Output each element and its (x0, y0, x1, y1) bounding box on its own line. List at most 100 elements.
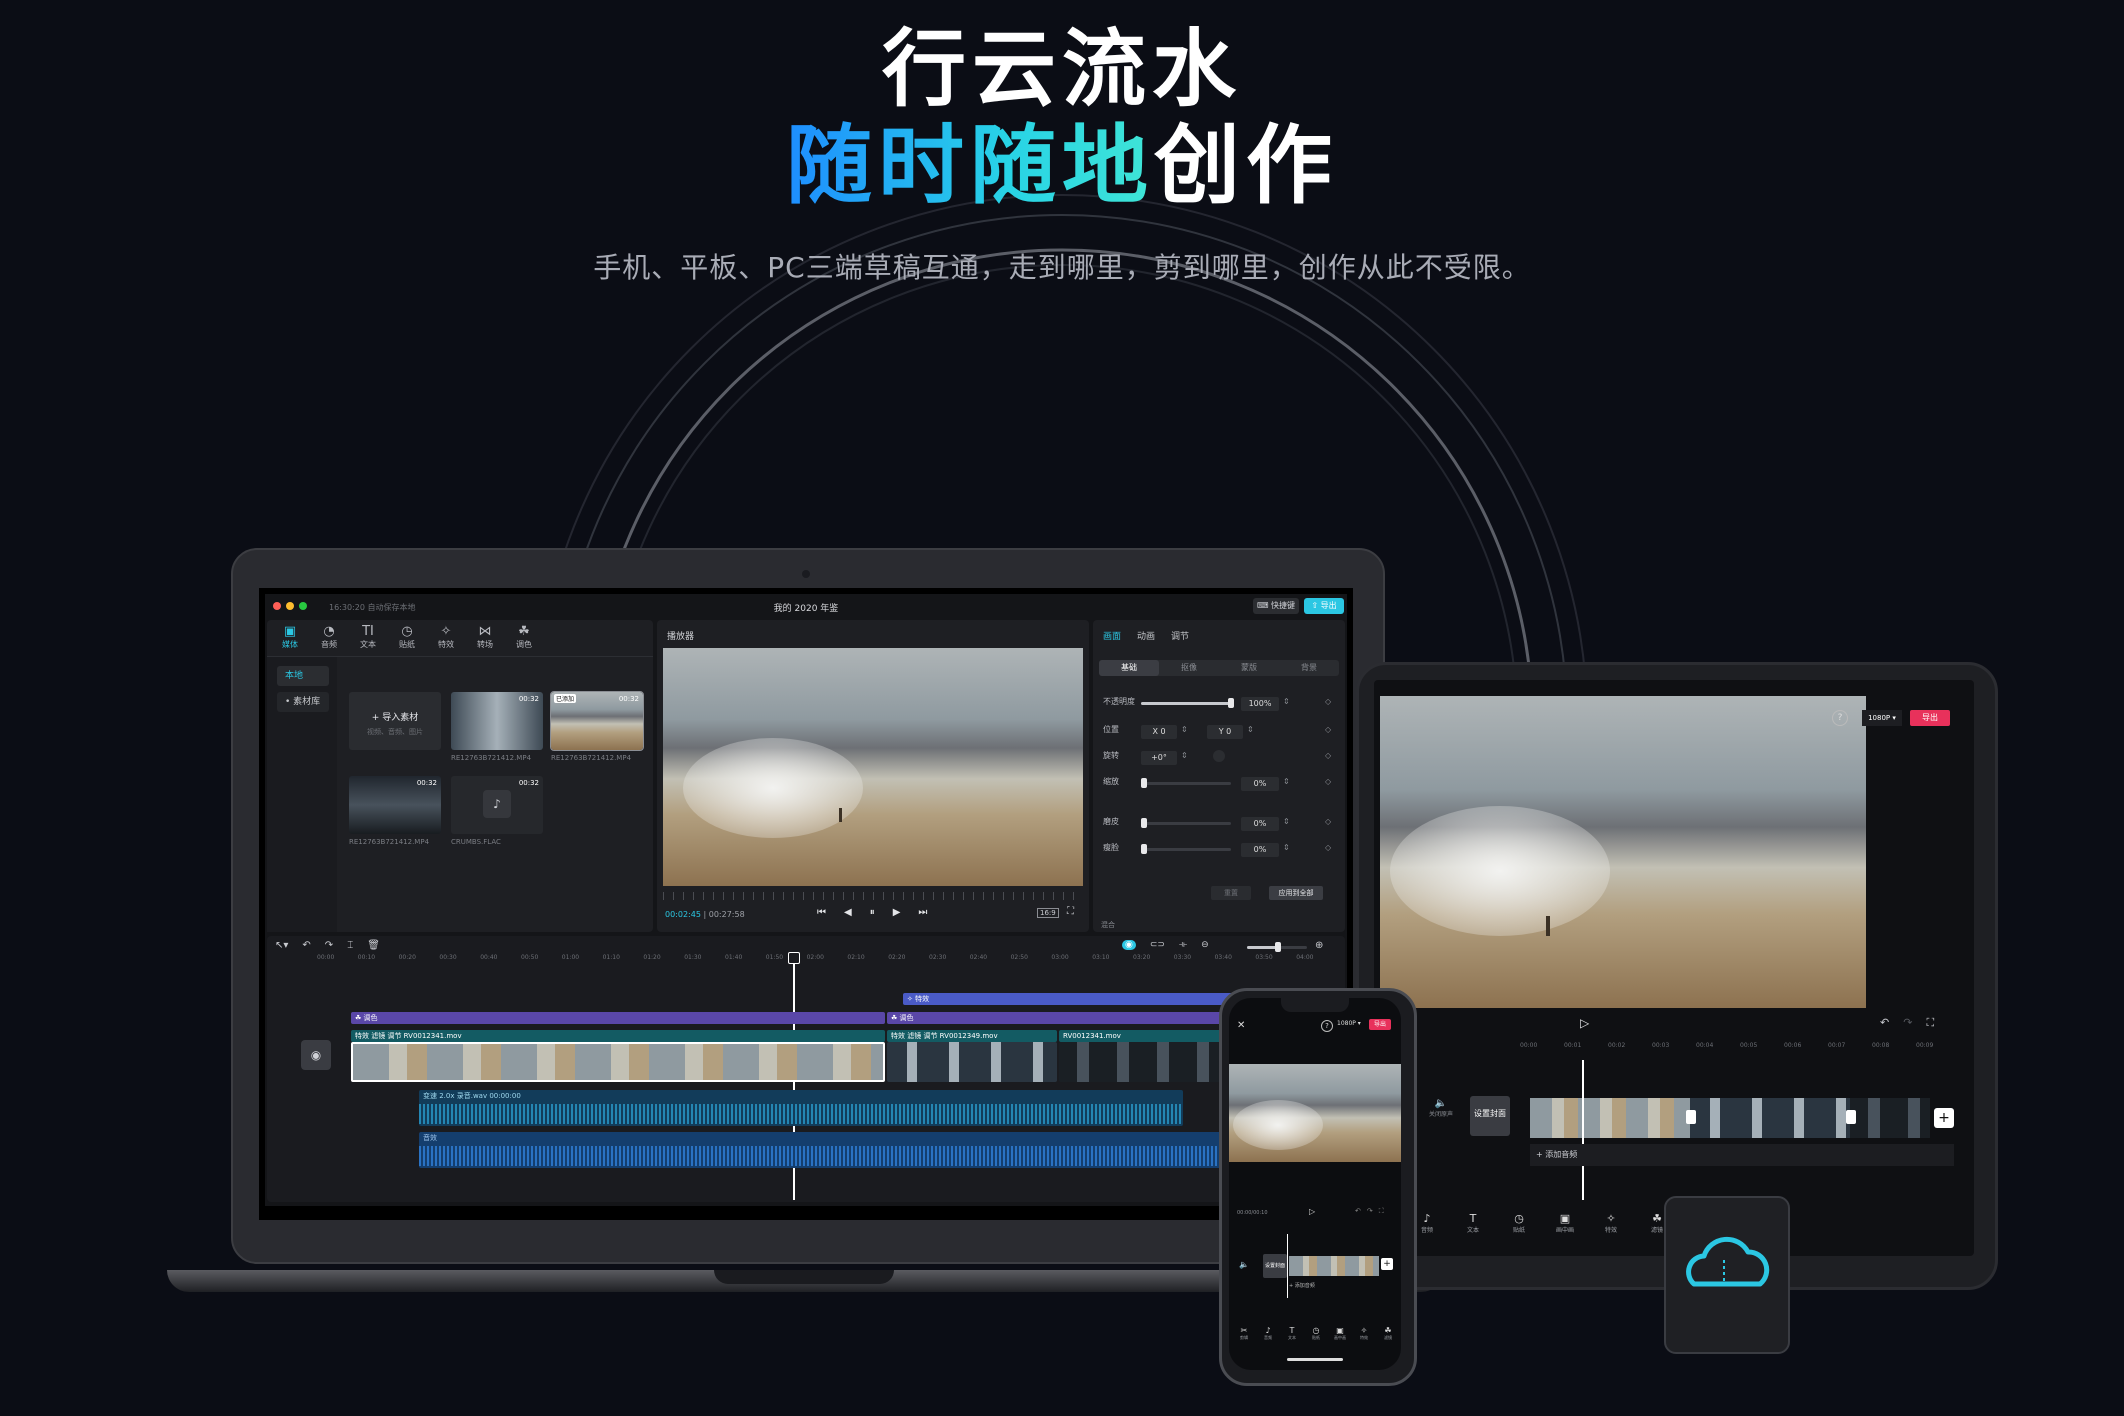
audio-thumbnail[interactable]: 00:32 ♪ (451, 776, 543, 834)
reset-button[interactable]: 重置 (1211, 886, 1251, 900)
stepper-icon[interactable]: ⇕ (1283, 777, 1290, 786)
transition-marker[interactable] (1686, 1110, 1696, 1124)
zoom-out-icon[interactable]: ⊖ (1201, 940, 1209, 950)
audio-track-sfx[interactable]: 音效 (419, 1132, 1343, 1168)
toolbar-media[interactable]: ▣ 媒体 (277, 624, 303, 650)
subtab-keying[interactable]: 抠像 (1159, 660, 1219, 676)
preview-axis-icon[interactable]: ⟛ (1179, 940, 1187, 950)
position-x-input[interactable]: X 0 (1141, 725, 1177, 739)
skip-start-icon[interactable]: ⏮ (817, 907, 826, 918)
keyframe-icon[interactable]: ◇ (1325, 697, 1331, 706)
tool-effects[interactable]: ✧ 特效 (1355, 1326, 1373, 1341)
scale-input[interactable]: 0% (1241, 777, 1279, 791)
sidebar-item-library[interactable]: • 素材库 (277, 692, 329, 712)
media-thumbnail-added[interactable]: 已添加 00:32 (550, 691, 644, 751)
apply-all-button[interactable]: 应用到全部 (1269, 886, 1323, 900)
keyframe-icon[interactable]: ◇ (1325, 817, 1331, 826)
keyframe-icon[interactable]: ◇ (1325, 843, 1331, 852)
keyframe-icon[interactable]: ◇ (1325, 725, 1331, 734)
video-clip-selected[interactable] (351, 1042, 885, 1082)
toolbar-text[interactable]: TI 文本 (355, 624, 381, 650)
shortcut-button[interactable]: ⌨ 快捷键 (1253, 598, 1299, 614)
tablet-preview[interactable] (1380, 696, 1866, 1008)
tablet-export-button[interactable]: 导出 (1910, 710, 1950, 726)
tablet-video-clip[interactable] (1530, 1098, 1690, 1138)
timeline-zoom-slider[interactable] (1247, 942, 1307, 952)
add-clip-button[interactable]: + (1934, 1108, 1954, 1128)
audio-track-voice[interactable]: 变速 2.0x 录音.wav 00:00:00 (419, 1090, 1183, 1126)
scale-knob[interactable] (1141, 778, 1147, 788)
tool-audio[interactable]: ♪ 音频 (1259, 1326, 1277, 1341)
tool-filter[interactable]: ☘ 滤镜 (1379, 1326, 1397, 1341)
toolbar-transition[interactable]: ⋈ 转场 (472, 624, 498, 650)
prev-frame-icon[interactable]: ◀ (844, 907, 852, 918)
add-clip-button[interactable]: + (1381, 1258, 1393, 1270)
resolution-select[interactable]: 1080P ▾ (1862, 710, 1902, 726)
opacity-knob[interactable] (1228, 698, 1234, 708)
tab-adjust[interactable]: 调节 (1171, 629, 1189, 642)
select-tool-icon[interactable]: ↖▾ (275, 940, 288, 951)
phone-add-audio[interactable]: + 添加音频 (1289, 1282, 1315, 1289)
tool-pip[interactable]: ▣ 画中画 (1552, 1212, 1578, 1234)
next-frame-icon[interactable]: ▶ (893, 907, 901, 918)
tablet-video-clip[interactable] (1850, 1098, 1930, 1138)
slim-knob[interactable] (1141, 844, 1147, 854)
stepper-icon[interactable]: ⇕ (1283, 697, 1290, 706)
delete-icon[interactable]: 🗑 (367, 940, 380, 951)
toolbar-effects[interactable]: ✧ 特效 (433, 624, 459, 650)
play-icon[interactable]: ▷ (1309, 1207, 1315, 1216)
player-preview[interactable] (663, 648, 1083, 886)
aspect-ratio-button[interactable]: 16:9 (1037, 908, 1059, 918)
tablet-timeline-ruler[interactable]: 00:00 00:01 00:02 00:03 00:04 00:05 00:06 00:07… (1520, 1042, 1960, 1052)
stepper-icon[interactable]: ⇕ (1283, 843, 1290, 852)
media-thumbnail[interactable]: 00:32 (451, 692, 543, 750)
scale-slider[interactable] (1141, 778, 1231, 788)
toolbar-audio[interactable]: ◔ 音频 (316, 624, 342, 650)
keyframe-icon[interactable]: ◇ (1325, 777, 1331, 786)
phone-preview[interactable] (1229, 1064, 1401, 1162)
fullscreen-icon[interactable]: ⛶ (1067, 906, 1074, 917)
skip-end-icon[interactable]: ⏭ (918, 907, 927, 918)
opacity-input[interactable]: 100% (1241, 697, 1279, 711)
undo-icon[interactable]: ↶ (1880, 1016, 1889, 1030)
import-media-button[interactable]: + 导入素材 视频、音频、图片 (349, 692, 441, 750)
tool-sticker[interactable]: ◷ 贴纸 (1506, 1212, 1532, 1234)
smooth-input[interactable]: 0% (1241, 817, 1279, 831)
smooth-slider[interactable] (1141, 818, 1231, 828)
timeline-ruler[interactable]: 00:00 00:10 00:20 00:30 00:40 00:50 01:00 01:10… (317, 954, 1337, 966)
stepper-icon[interactable]: ⇕ (1283, 817, 1290, 826)
rotation-input[interactable]: +0° (1141, 751, 1177, 765)
export-button[interactable]: ⇧ 导出 (1304, 598, 1344, 614)
redo-icon[interactable]: ↷ (1367, 1207, 1373, 1216)
toolbar-sticker[interactable]: ◷ 贴纸 (394, 624, 420, 650)
subtab-background[interactable]: 背景 (1279, 660, 1339, 676)
undo-icon[interactable]: ↶ (302, 940, 310, 951)
help-icon[interactable]: ? (1321, 1020, 1333, 1032)
undo-icon[interactable]: ↶ (1355, 1207, 1361, 1216)
tool-pip[interactable]: ▣ 画中画 (1331, 1326, 1349, 1341)
video-clip[interactable] (887, 1042, 1057, 1082)
zoom-knob[interactable] (1275, 942, 1281, 952)
subtab-basic[interactable]: 基础 (1099, 660, 1159, 676)
adjust-track-label[interactable]: ☘ 调色 (351, 1012, 885, 1024)
toolbar-color[interactable]: ☘ 调色 (511, 624, 537, 650)
zoom-in-icon[interactable]: ⊕ (1315, 940, 1323, 951)
phone-export-button[interactable]: 导出 (1369, 1019, 1391, 1030)
playhead-handle[interactable] (788, 952, 800, 964)
speaker-icon[interactable]: 🔈 (1239, 1260, 1249, 1269)
keyframe-icon[interactable]: ◇ (1325, 751, 1331, 760)
tool-text[interactable]: T 文本 (1460, 1212, 1486, 1234)
phone-video-clip[interactable] (1289, 1256, 1379, 1276)
split-icon[interactable]: ⌶ (347, 940, 353, 951)
position-y-input[interactable]: Y 0 (1207, 725, 1243, 739)
transition-marker[interactable] (1846, 1110, 1856, 1124)
tab-canvas[interactable]: 画面 (1103, 629, 1121, 642)
help-icon[interactable]: ? (1832, 710, 1848, 726)
tool-text[interactable]: T 文本 (1283, 1326, 1301, 1341)
mute-original-toggle[interactable]: 🔈 关闭原声 (1426, 1098, 1456, 1118)
tool-sticker[interactable]: ◷ 贴纸 (1307, 1326, 1325, 1341)
stepper-icon[interactable]: ⇕ (1181, 725, 1188, 734)
snap-toggle[interactable]: ◉ (1122, 940, 1136, 950)
close-icon[interactable]: ✕ (1237, 1020, 1245, 1031)
tool-cut[interactable]: ✂ 剪辑 (1235, 1326, 1253, 1341)
